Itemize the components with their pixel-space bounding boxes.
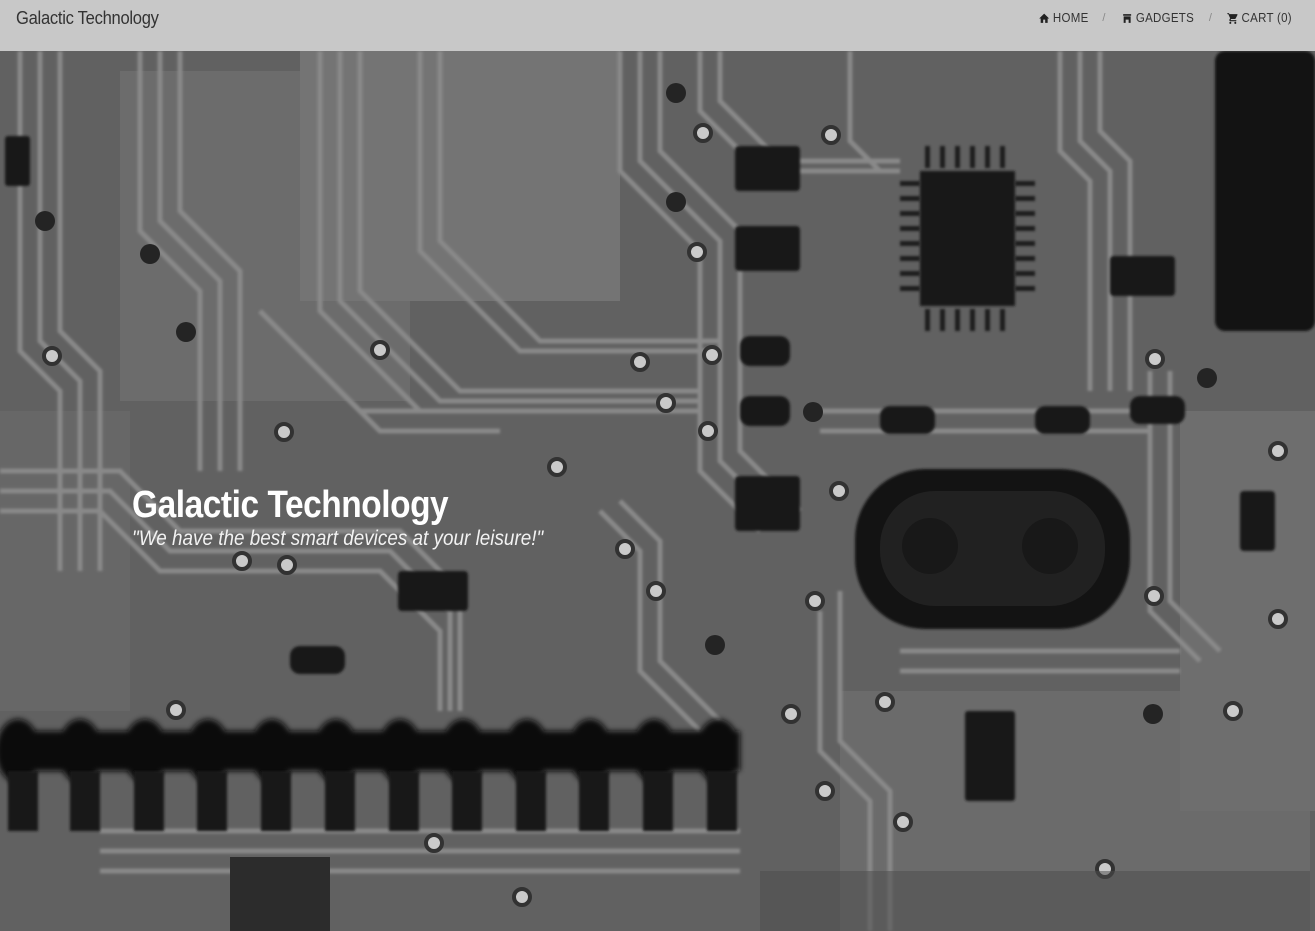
brand-link[interactable]: Galactic Technology [16, 8, 159, 29]
nav-cart-label: CART (0) [1241, 11, 1293, 25]
nav-gadgets-label: GADGETS [1135, 11, 1194, 25]
store-icon [1122, 13, 1131, 23]
nav-links: HOME / GADGETS / CART (0) [1036, 11, 1295, 25]
nav-separator: / [1102, 12, 1106, 24]
hero-tagline: "We have the best smart devices at your … [132, 527, 544, 550]
top-navbar: Galactic Technology HOME / GADGETS / CAR… [0, 0, 1315, 51]
nav-home-link[interactable]: HOME [1038, 11, 1088, 25]
cart-icon [1227, 12, 1238, 24]
nav-separator: / [1208, 12, 1213, 24]
hero-title: Galactic Technology [132, 484, 449, 526]
nav-gadgets-link[interactable]: GADGETS [1121, 11, 1194, 25]
hero-banner: Galactic Technology "We have the best sm… [0, 51, 1315, 931]
nav-cart-link[interactable]: CART (0) [1227, 11, 1292, 25]
nav-home-label: HOME [1052, 11, 1089, 25]
hero-text-block: Galactic Technology "We have the best sm… [132, 484, 589, 552]
home-icon [1038, 13, 1049, 23]
